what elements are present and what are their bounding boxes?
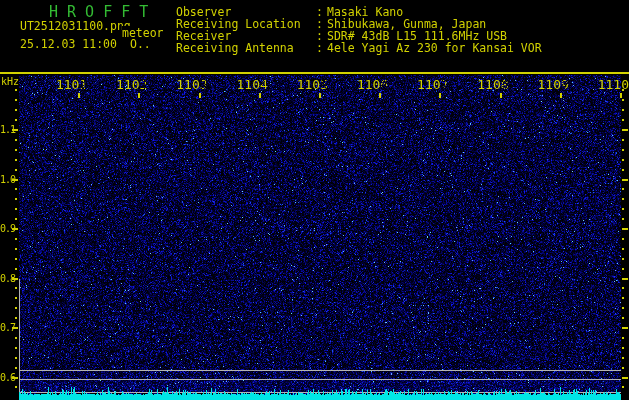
label-noise-overlay — [0, 0, 629, 400]
hrofft-screen: H R O F F T UT2512031100.png meteor 25.1… — [0, 0, 629, 400]
